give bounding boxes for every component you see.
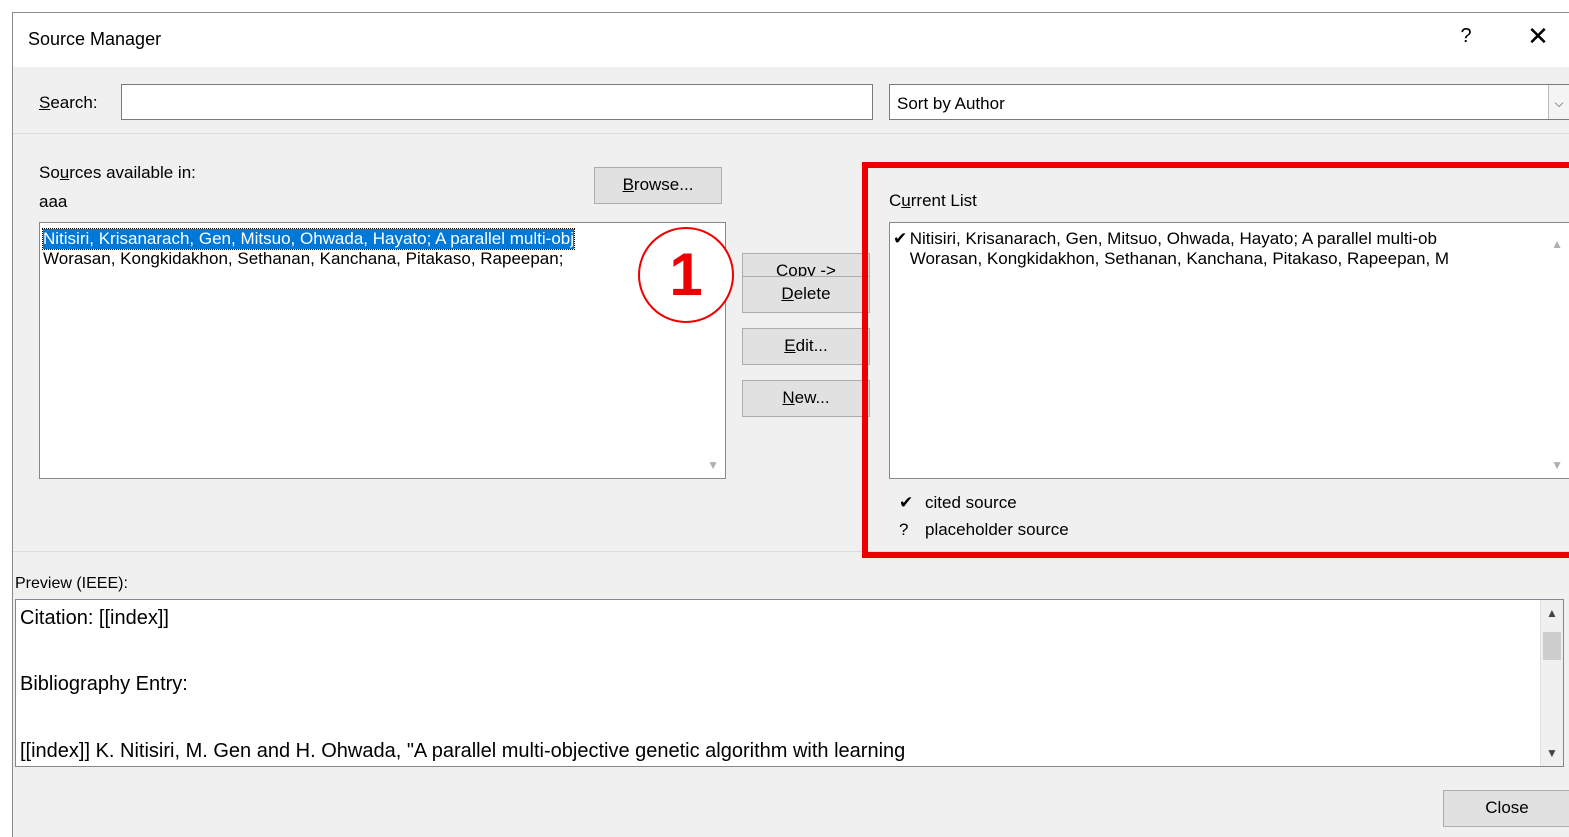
preview-bibliography-label: Bibliography Entry: xyxy=(20,673,188,695)
sort-dropdown[interactable]: Sort by Author ⌵ xyxy=(889,84,1569,120)
sources-label-part: So xyxy=(39,163,60,182)
window-title: Source Manager xyxy=(28,29,162,49)
scrollbar-thumb[interactable] xyxy=(1543,632,1561,660)
sources-label-mnemonic: u xyxy=(59,163,70,182)
preview-label: Preview (IEEE): xyxy=(15,575,128,592)
highlight-box xyxy=(862,162,1569,558)
master-list-item[interactable]: Nitisiri, Krisanarach, Gen, Mitsuo, Ohwa… xyxy=(41,228,576,250)
search-label: Search: xyxy=(39,93,98,113)
browse-mnemonic: B xyxy=(622,175,634,194)
delete-mnemonic: D xyxy=(781,284,794,303)
sources-available-label: Sources available in: xyxy=(39,163,196,183)
new-mnemonic: N xyxy=(782,388,795,407)
master-list[interactable]: Nitisiri, Krisanarach, Gen, Mitsuo, Ohwa… xyxy=(39,222,726,479)
sources-location: aaa xyxy=(39,192,68,211)
scroll-up-icon[interactable]: ▲ xyxy=(1541,606,1563,620)
new-label: ew... xyxy=(794,388,830,407)
chevron-down-icon[interactable]: ⌵ xyxy=(1548,85,1569,119)
scroll-down-icon[interactable]: ▼ xyxy=(707,458,719,472)
title-bar: Source Manager ? ✕ xyxy=(13,13,1569,67)
edit-mnemonic: E xyxy=(784,336,796,355)
search-label-text: earch: xyxy=(50,93,98,112)
delete-label: elete xyxy=(793,284,831,303)
edit-label: dit... xyxy=(795,336,828,355)
separator xyxy=(13,133,1569,134)
step-number-badge: 1 xyxy=(638,227,734,323)
edit-button[interactable]: Edit... xyxy=(742,328,870,365)
preview-pane[interactable]: Citation: [[index]] Bibliography Entry: … xyxy=(15,599,1564,767)
search-input[interactable] xyxy=(121,84,873,120)
close-button[interactable]: Close xyxy=(1443,790,1569,827)
scroll-down-icon[interactable]: ▼ xyxy=(1541,746,1563,760)
sources-label-text: rces available in: xyxy=(69,163,196,182)
sort-selected-value: Sort by Author xyxy=(897,94,1005,113)
master-list-item[interactable]: Worasan, Kongkidakhon, Sethanan, Kanchan… xyxy=(43,249,563,269)
search-label-mnemonic: S xyxy=(39,93,51,112)
close-icon[interactable]: ✕ xyxy=(1518,21,1558,52)
preview-scrollbar[interactable]: ▲ ▼ xyxy=(1540,600,1563,766)
delete-button[interactable]: Delete xyxy=(742,276,870,313)
preview-bibliography-entry: [[index]] K. Nitisiri, M. Gen and H. Ohw… xyxy=(20,740,906,762)
browse-label: rowse... xyxy=(633,175,694,194)
browse-button[interactable]: Browse... xyxy=(594,167,722,204)
preview-citation: Citation: [[index]] xyxy=(20,607,169,629)
new-button[interactable]: New... xyxy=(742,380,870,417)
help-button[interactable]: ? xyxy=(1451,25,1481,48)
